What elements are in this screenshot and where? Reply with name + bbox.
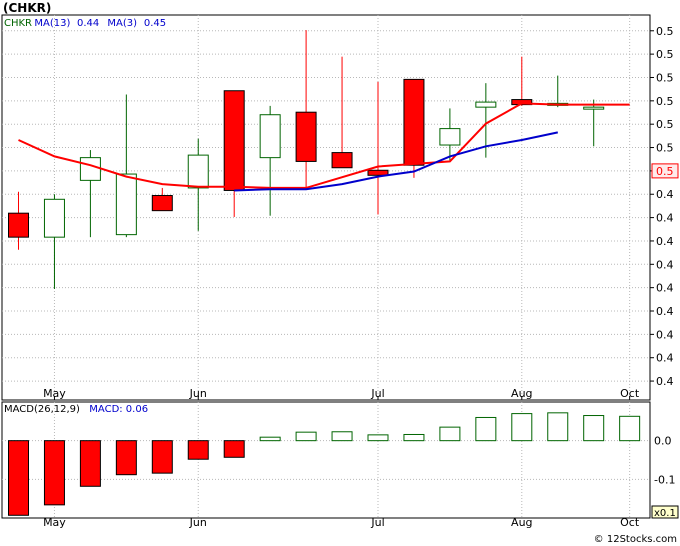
candle-body [439, 128, 461, 146]
x-tick-label: Aug [511, 387, 532, 400]
price-tick-label: 0.4 [656, 375, 674, 388]
x-tick-label: May [43, 387, 66, 400]
price-marks [8, 30, 630, 289]
candle-body [367, 169, 389, 176]
candle-body [79, 157, 101, 181]
legend-text: 0.44 [77, 18, 99, 29]
legend-text: MACD(26,12,9) [4, 404, 80, 415]
macd-bar [403, 433, 425, 442]
last-price-label: 0.5 [656, 165, 674, 178]
x-tick-label: Jul [370, 387, 384, 400]
price-tick-label: 0.5 [656, 71, 674, 84]
candle-body [43, 198, 65, 238]
price-tick-label: 0.4 [656, 282, 674, 295]
macd-bar [8, 440, 29, 516]
macd-marks [8, 412, 641, 516]
candle-body [8, 212, 29, 238]
candle-body [259, 114, 281, 159]
x-tick-label: Oct [620, 516, 640, 529]
x-tick-label: May [43, 516, 66, 529]
candle-body [583, 106, 605, 110]
price-tick-label: 0.4 [656, 328, 674, 341]
price-tick-label: 0.4 [656, 258, 674, 271]
legend-text: 0.06 [126, 404, 148, 415]
macd-bar [295, 431, 317, 442]
price-tick-label: 0.5 [656, 118, 674, 131]
price-tick-label: 0.5 [656, 25, 674, 38]
candle-body [151, 195, 173, 212]
macd-bar [115, 440, 137, 476]
price-tick-label: 0.4 [656, 352, 674, 365]
legend-text: CHKR [4, 18, 32, 29]
price-panel-frame [1, 14, 651, 401]
legend-text: 0.45 [144, 18, 166, 29]
price-tick-label: 0.4 [656, 188, 674, 201]
watermark: © 12Stocks.com [594, 534, 677, 545]
candle-body [187, 154, 209, 189]
legend-text: MA(3) [107, 18, 137, 29]
price-tick-label: 0.4 [656, 235, 674, 248]
price-tick-label: 0.5 [656, 95, 674, 108]
candle-body [295, 111, 317, 162]
legend-text: MA(13) [34, 18, 70, 29]
macd-bar [583, 415, 605, 442]
ma3-line [18, 102, 630, 189]
macd-bar [511, 413, 533, 442]
macd-bar [223, 440, 245, 458]
price-tick-label: 0.5 [656, 48, 674, 61]
axis-labels: 0.4 0.4 0.4 0.4 0.4 0.4 0.4 0.4 0.4 0.5 0.5 0.5 0.5 0… [43, 25, 679, 529]
macd-scale-label: x0.1 [654, 508, 676, 519]
macd-bar [367, 434, 389, 442]
macd-bar [43, 440, 65, 506]
x-tick-label: Jun [189, 516, 207, 529]
macd-bar [439, 426, 461, 442]
x-tick-label: Jun [189, 387, 207, 400]
candle-body [331, 152, 353, 169]
macd-bar [331, 431, 353, 442]
candle-body [115, 173, 137, 236]
x-tick-label: Aug [511, 516, 532, 529]
macd-bar [619, 415, 641, 442]
ma13-line [234, 131, 559, 192]
x-tick-label: Oct [620, 387, 640, 400]
candle-body [223, 90, 245, 191]
macd-tick-label: -0.1 [654, 473, 675, 486]
price-grid [1, 14, 654, 401]
macd-bar [475, 416, 497, 442]
price-tick-label: 0.4 [656, 305, 674, 318]
macd-tick-label: 0.0 [654, 435, 672, 448]
macd-bar [547, 412, 569, 442]
macd-bar [79, 440, 101, 487]
chart-title: (CHKR) [3, 1, 51, 15]
candle-body [403, 78, 425, 166]
x-tick-label: Jul [370, 516, 384, 529]
macd-bar [259, 436, 281, 442]
macd-bar [151, 440, 173, 474]
candle-body [475, 101, 497, 108]
price-tick-label: 0.4 [656, 212, 674, 225]
stock-chart: (CHKR) 0.4 0.4 0.4 0.4 0.4 0.4 0.4 0.4 0.4 0.5 0.5… [1, 1, 679, 545]
price-tick-label: 0.5 [656, 142, 674, 155]
macd-bar [187, 440, 209, 460]
legend-text: MACD: [89, 404, 122, 415]
